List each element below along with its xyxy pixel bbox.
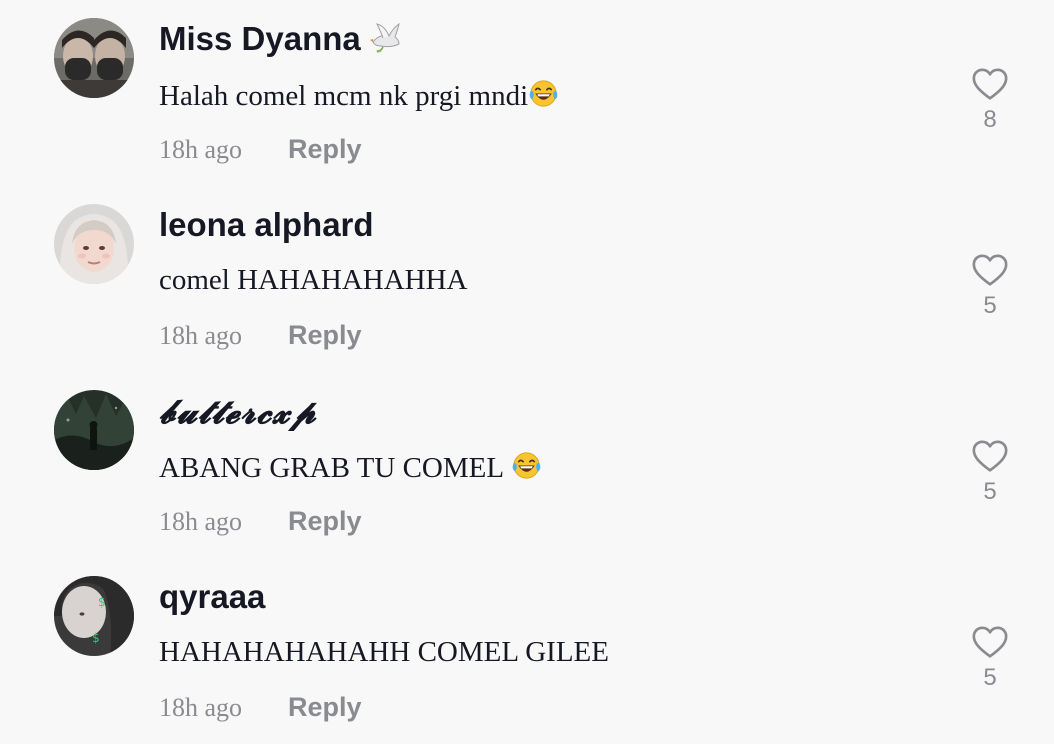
like-button[interactable]: 5 <box>960 624 1020 692</box>
like-count: 5 <box>983 478 997 505</box>
avatar[interactable] <box>54 18 134 98</box>
comment-item: leona alphard comel HAHAHAHAHHA 18h ago R… <box>0 186 1054 372</box>
comment-text: comel HAHAHAHAHHA <box>159 264 468 296</box>
avatar[interactable] <box>54 390 134 470</box>
comment-username[interactable]: leona alphard <box>159 206 374 244</box>
comment-text: Halah comel mcm nk prgi mndi <box>159 78 559 113</box>
comment-time: 18h ago <box>159 693 243 722</box>
svg-text:$: $ <box>92 631 100 645</box>
comment-list: Miss Dyanna Halah comel mcm nk prgi mndi… <box>0 0 1054 744</box>
like-count: 5 <box>983 664 997 691</box>
svg-text:$: $ <box>98 595 106 609</box>
comment-username[interactable]: Miss Dyanna <box>159 20 403 58</box>
reply-button[interactable]: Reply <box>288 134 362 164</box>
reply-button[interactable]: Reply <box>288 692 362 722</box>
comment-meta: 18h ago Reply <box>159 692 362 723</box>
comment-text: HAHAHAHAHAHH COMEL GILEE <box>159 636 609 668</box>
heart-icon <box>971 252 1009 290</box>
avatar[interactable]: $ $ <box>54 576 134 656</box>
heart-icon <box>971 66 1009 104</box>
comment-meta: 18h ago Reply <box>159 506 362 537</box>
comment-time: 18h ago <box>159 507 243 536</box>
comment-text: ABANG GRAB TU COMEL <box>159 450 542 485</box>
heart-icon <box>971 624 1009 662</box>
comment-time: 18h ago <box>159 321 243 350</box>
like-button[interactable]: 8 <box>960 66 1020 134</box>
comment-meta: 18h ago Reply <box>159 320 362 351</box>
like-count: 5 <box>983 292 997 319</box>
comment-username[interactable]: 𝓫𝓾𝓽𝓽𝓮𝓻𝓬𝔁𝓹 <box>159 392 317 432</box>
comment-item: $ $ qyraaa HAHAHAHAHAHH COMEL GILEE 18h … <box>0 558 1054 744</box>
like-button[interactable]: 5 <box>960 252 1020 320</box>
comment-item: Miss Dyanna Halah comel mcm nk prgi mndi… <box>0 0 1054 186</box>
avatar[interactable] <box>54 204 134 284</box>
reply-button[interactable]: Reply <box>288 506 362 536</box>
dove-icon <box>369 22 400 53</box>
comment-username[interactable]: qyraaa <box>159 578 265 616</box>
like-button[interactable]: 5 <box>960 438 1020 506</box>
comment-meta: 18h ago Reply <box>159 134 362 165</box>
comment-item: 𝓫𝓾𝓽𝓽𝓮𝓻𝓬𝔁𝓹 ABANG GRAB TU COMEL 18h ago Rep… <box>0 372 1054 558</box>
heart-icon <box>971 438 1009 476</box>
comment-time: 18h ago <box>159 135 243 164</box>
tears-of-joy-emoji-icon <box>511 450 542 481</box>
like-count: 8 <box>983 106 997 133</box>
reply-button[interactable]: Reply <box>288 320 362 350</box>
tears-of-joy-emoji-icon <box>528 78 559 109</box>
